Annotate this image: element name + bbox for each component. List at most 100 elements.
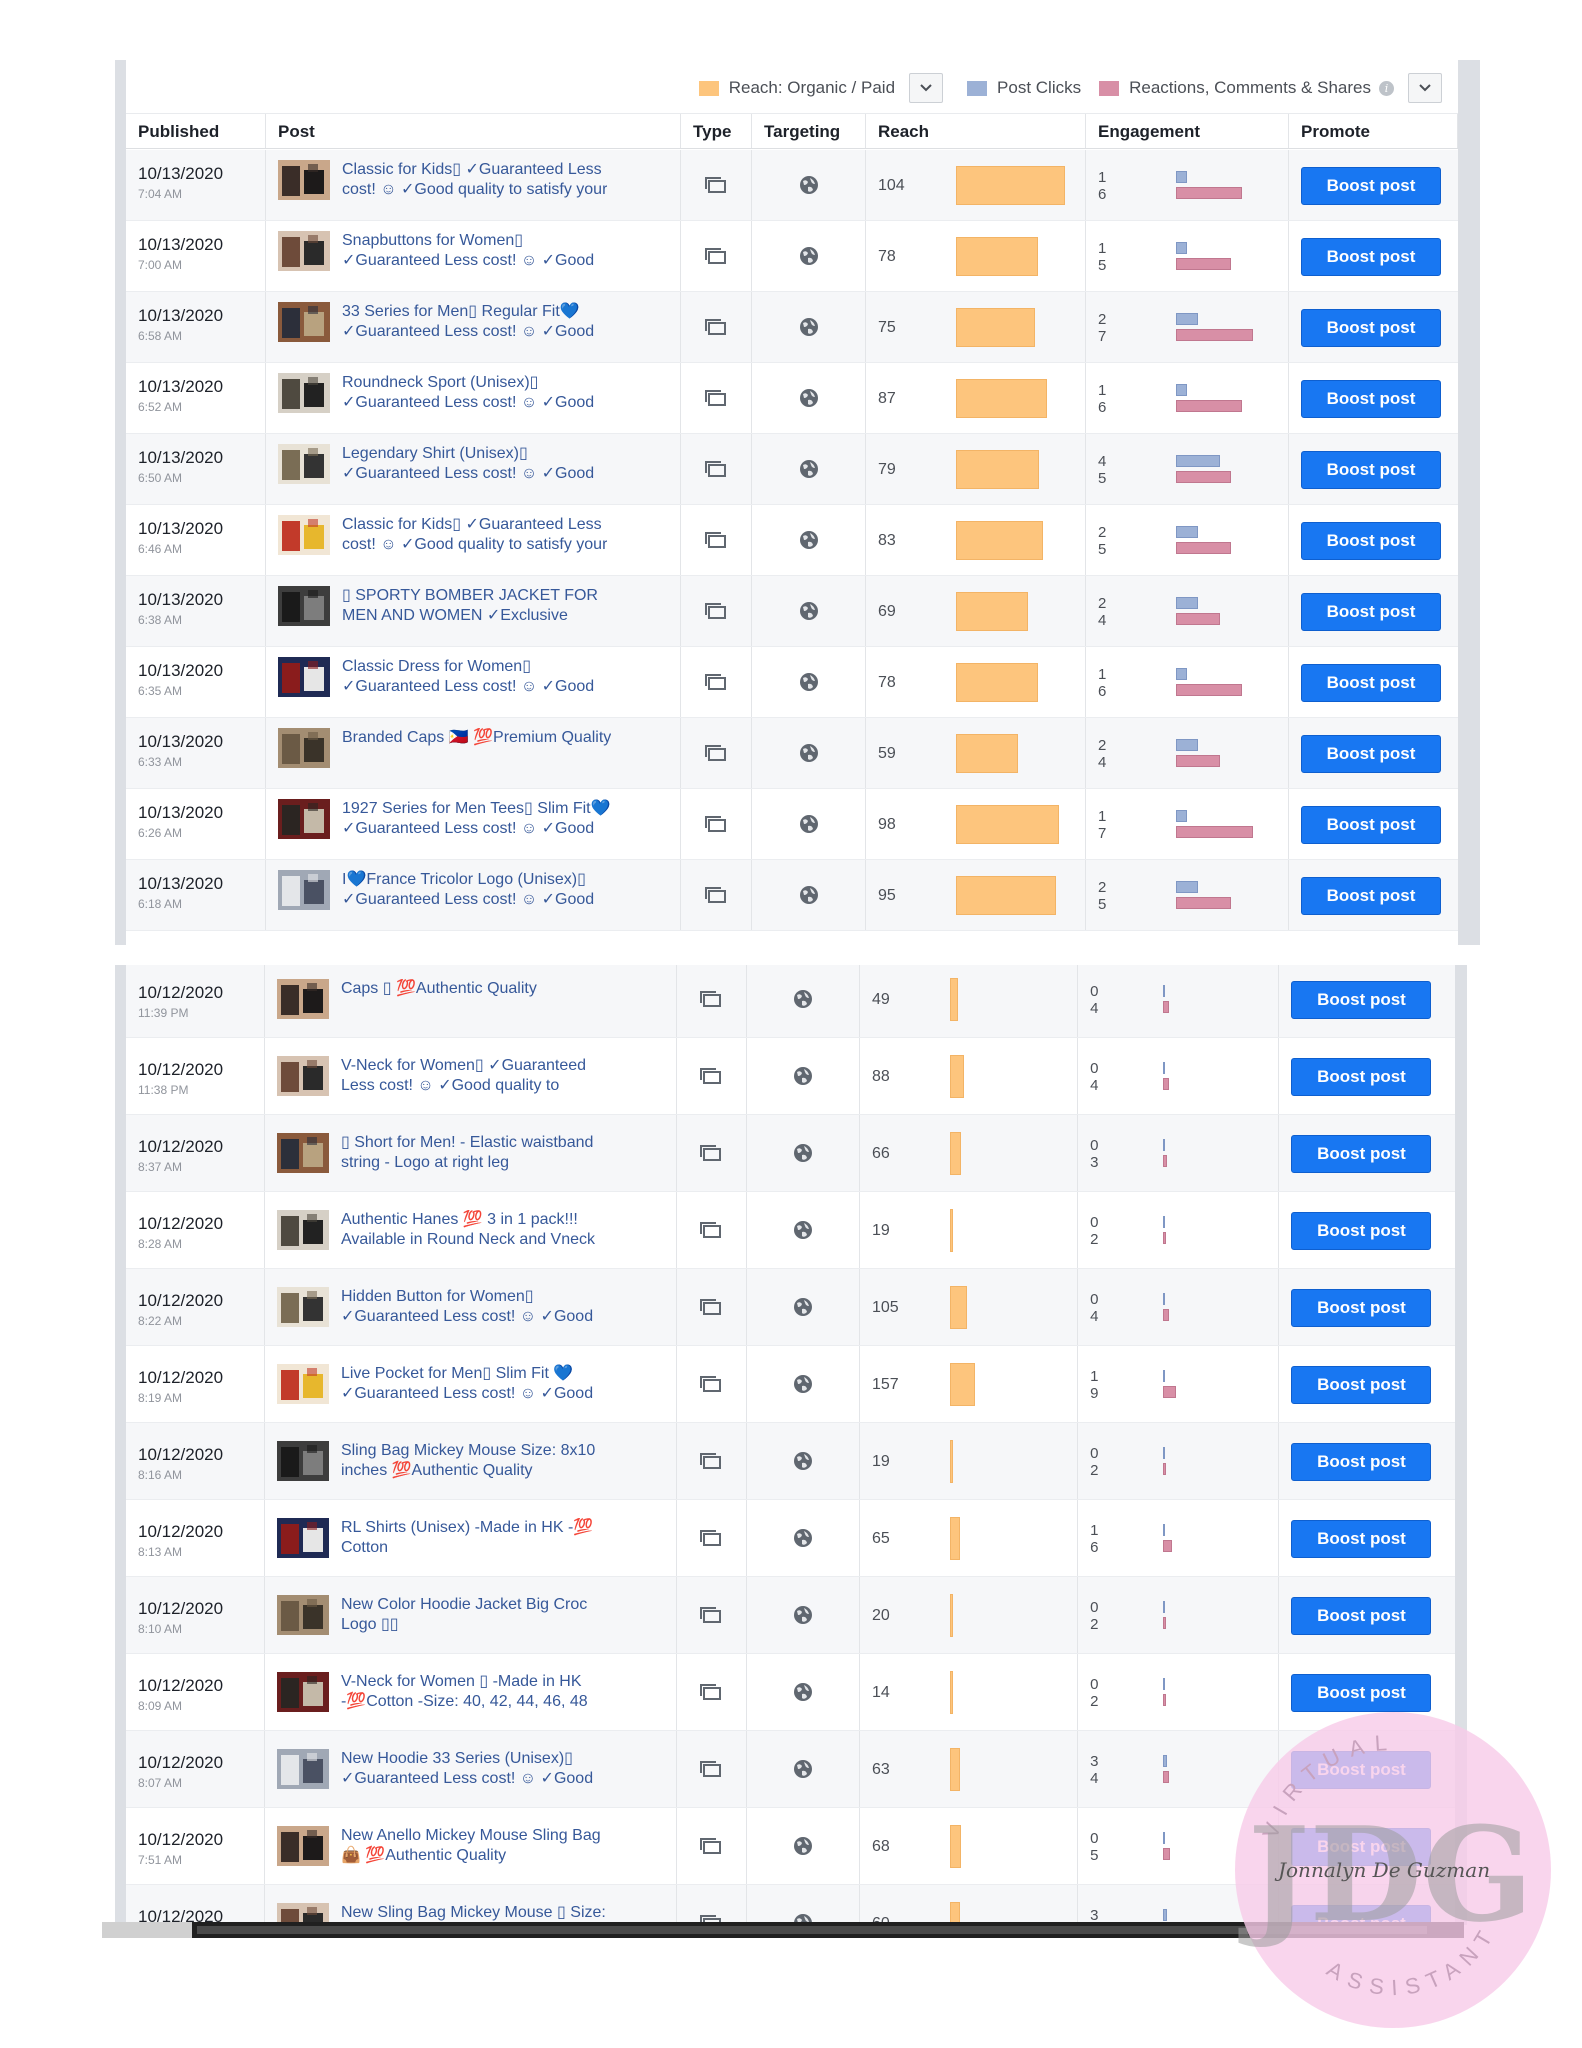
boost-post-button[interactable]: Boost post (1301, 237, 1441, 276)
engagement-dropdown-button[interactable] (1408, 73, 1442, 103)
post-thumbnail[interactable] (276, 979, 329, 1019)
post-thumbnail[interactable] (278, 586, 330, 626)
post-title-link[interactable]: Legendary Shirt (Unisex)▯ ✓Guaranteed Les… (342, 444, 594, 504)
boost-post-button[interactable]: Boost post (1291, 1827, 1432, 1866)
post-title-link[interactable]: New Hoodie 33 Series (Unisex)▯ ✓Guarantee… (341, 1749, 593, 1807)
boost-post-button[interactable]: Boost post (1301, 308, 1441, 347)
post-cell[interactable]: New Sling Bag Mickey Mouse ▯ Size: (265, 1885, 677, 1925)
post-thumbnail[interactable] (278, 515, 330, 555)
post-cell[interactable]: RL Shirts (Unisex) -Made in HK -💯 Cotton (265, 1500, 677, 1576)
post-cell[interactable]: Classic for Kids▯ ✓Guaranteed Less cost! … (266, 505, 681, 575)
column-type[interactable]: Type (681, 114, 752, 148)
post-thumbnail[interactable] (278, 373, 330, 413)
post-title-link[interactable]: RL Shirts (Unisex) -Made in HK -💯 Cotton (341, 1518, 593, 1576)
post-title-link[interactable]: ▯ SPORTY BOMBER JACKET FOR MEN AND WOMEN … (342, 586, 598, 646)
post-thumbnail[interactable] (278, 302, 330, 342)
post-cell[interactable]: New Color Hoodie Jacket Big Croc Logo ▯▯ (265, 1577, 677, 1653)
post-thumbnail[interactable] (278, 657, 330, 697)
post-cell[interactable]: Live Pocket for Men▯ Slim Fit 💙 ✓Guarante… (265, 1346, 677, 1422)
post-thumbnail[interactable] (278, 444, 330, 484)
info-icon[interactable]: i (1379, 80, 1394, 96)
post-cell[interactable]: Classic Dress for Women▯ ✓Guaranteed Less… (266, 647, 681, 717)
boost-post-button[interactable]: Boost post (1291, 1519, 1432, 1558)
post-thumbnail[interactable] (276, 1826, 329, 1866)
boost-post-button[interactable]: Boost post (1291, 1365, 1432, 1404)
post-thumbnail[interactable] (276, 1133, 329, 1173)
post-thumbnail[interactable] (276, 1518, 329, 1558)
post-cell[interactable]: Sling Bag Mickey Mouse Size: 8x10 inches … (265, 1423, 677, 1499)
column-targeting[interactable]: Targeting (752, 114, 866, 148)
post-title-link[interactable]: New Anello Mickey Mouse Sling Bag 👜 💯Auth… (341, 1826, 601, 1884)
post-thumbnail[interactable] (276, 1287, 329, 1327)
post-title-link[interactable]: Roundneck Sport (Unisex)▯ ✓Guaranteed Les… (342, 373, 594, 433)
post-cell[interactable]: Legendary Shirt (Unisex)▯ ✓Guaranteed Les… (266, 434, 681, 504)
post-title-link[interactable]: V-Neck for Women▯ ✓Guaranteed Less cost! … (341, 1056, 586, 1114)
column-post[interactable]: Post (266, 114, 681, 148)
column-reach[interactable]: Reach (866, 114, 1086, 148)
post-title-link[interactable]: I💙France Tricolor Logo (Unisex)▯ ✓Guarant… (342, 870, 594, 930)
post-title-link[interactable]: Hidden Button for Women▯ ✓Guaranteed Less… (341, 1287, 593, 1345)
post-cell[interactable]: Classic for Kids▯ ✓Guaranteed Less cost! … (266, 150, 681, 220)
scrollbar-thumb[interactable] (102, 1922, 192, 1938)
column-engagement[interactable]: Engagement (1086, 114, 1289, 148)
post-title-link[interactable]: Classic for Kids▯ ✓Guaranteed Less cost! … (342, 160, 607, 220)
column-published[interactable]: Published (126, 114, 266, 148)
post-thumbnail[interactable] (278, 870, 330, 910)
column-promote[interactable]: Promote (1289, 114, 1458, 148)
post-cell[interactable]: Caps ▯ 💯Authentic Quality (265, 965, 677, 1037)
boost-post-button[interactable]: Boost post (1291, 1288, 1432, 1327)
post-cell[interactable]: ▯ SPORTY BOMBER JACKET FOR MEN AND WOMEN … (266, 576, 681, 646)
post-title-link[interactable]: Authentic Hanes 💯 3 in 1 pack!!! Availabl… (341, 1210, 595, 1268)
post-cell[interactable]: New Anello Mickey Mouse Sling Bag 👜 💯Auth… (265, 1808, 677, 1884)
post-thumbnail[interactable] (276, 1749, 329, 1789)
scrollbar-track[interactable] (197, 1926, 1427, 1934)
post-cell[interactable]: Branded Caps 🇵🇭 💯Premium Quality (266, 718, 681, 788)
boost-post-button[interactable]: Boost post (1291, 1442, 1432, 1481)
post-title-link[interactable]: 33 Series for Men▯ Regular Fit💙 ✓Guarante… (342, 302, 594, 362)
boost-post-button[interactable]: Boost post (1301, 663, 1441, 702)
post-cell[interactable]: 33 Series for Men▯ Regular Fit💙 ✓Guarante… (266, 292, 681, 362)
post-cell[interactable]: V-Neck for Women▯ ✓Guaranteed Less cost! … (265, 1038, 677, 1114)
boost-post-button[interactable]: Boost post (1301, 876, 1441, 915)
post-thumbnail[interactable] (276, 1364, 329, 1404)
post-cell[interactable]: 1927 Series for Men Tees▯ Slim Fit💙 ✓Guar… (266, 789, 681, 859)
post-cell[interactable]: I💙France Tricolor Logo (Unisex)▯ ✓Guarant… (266, 860, 681, 930)
boost-post-button[interactable]: Boost post (1301, 166, 1441, 205)
boost-post-button[interactable]: Boost post (1301, 592, 1441, 631)
post-thumbnail[interactable] (276, 1441, 329, 1481)
boost-post-button[interactable]: Boost post (1291, 980, 1432, 1019)
boost-post-button[interactable]: Boost post (1291, 1211, 1432, 1250)
post-cell[interactable]: New Hoodie 33 Series (Unisex)▯ ✓Guarantee… (265, 1731, 677, 1807)
post-title-link[interactable]: Classic for Kids▯ ✓Guaranteed Less cost! … (342, 515, 607, 575)
post-thumbnail[interactable] (276, 1672, 329, 1712)
post-title-link[interactable]: Branded Caps 🇵🇭 💯Premium Quality (342, 728, 611, 788)
post-title-link[interactable]: V-Neck for Women ▯ -Made in HK -💯Cotton -… (341, 1672, 588, 1730)
post-title-link[interactable]: 1927 Series for Men Tees▯ Slim Fit💙 ✓Guar… (342, 799, 611, 859)
boost-post-button[interactable]: Boost post (1291, 1596, 1432, 1635)
boost-post-button[interactable]: Boost post (1291, 1134, 1432, 1173)
post-thumbnail[interactable] (278, 799, 330, 839)
boost-post-button[interactable]: Boost post (1301, 379, 1441, 418)
post-title-link[interactable]: ▯ Short for Men! - Elastic waistband stri… (341, 1133, 593, 1191)
boost-post-button[interactable]: Boost post (1291, 1057, 1432, 1096)
boost-post-button[interactable]: Boost post (1301, 450, 1441, 489)
post-thumbnail[interactable] (278, 728, 330, 768)
post-title-link[interactable]: Live Pocket for Men▯ Slim Fit 💙 ✓Guarante… (341, 1364, 593, 1422)
boost-post-button[interactable]: Boost post (1301, 734, 1441, 773)
post-thumbnail[interactable] (276, 1595, 329, 1635)
boost-post-button[interactable]: Boost post (1301, 805, 1441, 844)
post-thumbnail[interactable] (276, 1056, 329, 1096)
boost-post-button[interactable]: Boost post (1301, 521, 1441, 560)
post-cell[interactable]: ▯ Short for Men! - Elastic waistband stri… (265, 1115, 677, 1191)
post-thumbnail[interactable] (276, 1210, 329, 1250)
boost-post-button[interactable]: Boost post (1291, 1673, 1432, 1712)
boost-post-button[interactable]: Boost post (1291, 1750, 1432, 1789)
post-title-link[interactable]: Caps ▯ 💯Authentic Quality (341, 979, 537, 1037)
reach-dropdown-button[interactable] (909, 73, 944, 103)
post-title-link[interactable]: Sling Bag Mickey Mouse Size: 8x10 inches … (341, 1441, 595, 1499)
post-cell[interactable]: Roundneck Sport (Unisex)▯ ✓Guaranteed Les… (266, 363, 681, 433)
horizontal-scrollbar[interactable] (102, 1922, 1464, 1938)
post-title-link[interactable]: Snapbuttons for Women▯ ✓Guaranteed Less c… (342, 231, 594, 291)
post-title-link[interactable]: New Color Hoodie Jacket Big Croc Logo ▯▯ (341, 1595, 587, 1653)
post-cell[interactable]: Hidden Button for Women▯ ✓Guaranteed Less… (265, 1269, 677, 1345)
